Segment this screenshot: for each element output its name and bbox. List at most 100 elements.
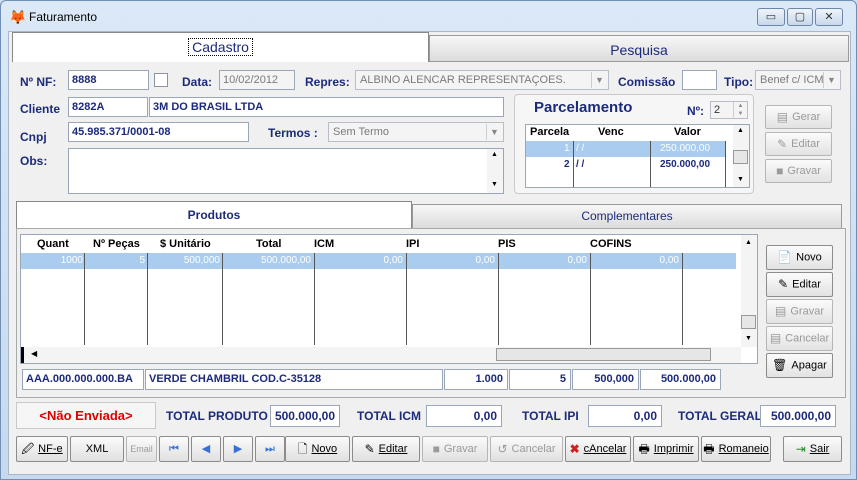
col-unitario: $ Unitário: [160, 238, 211, 250]
last-record-button[interactable]: ⏭: [255, 436, 285, 462]
title-bar: 🦊 Faturamento ▭ ▢ ✕: [1, 1, 856, 31]
window-title: Faturamento: [29, 10, 98, 24]
col-parcela: Parcela: [530, 126, 570, 138]
xml-button[interactable]: XML: [70, 436, 124, 462]
table-row[interactable]: 2 / / 250.000,00: [526, 159, 726, 175]
repres-select[interactable]: ALBINO ALENCAR REPRESENTAÇOES. ▼: [355, 70, 609, 90]
editar-parcela-button[interactable]: ✎ Editar: [765, 132, 832, 156]
comissao-field[interactable]: [682, 70, 717, 90]
pecas-field[interactable]: 5: [509, 369, 571, 390]
tipo-select[interactable]: Benef c/ ICM ▼: [755, 70, 841, 90]
parcelas-scrollbar[interactable]: ▲ ▼: [733, 125, 749, 187]
spinner-arrows-icon[interactable]: ▲ ▼: [733, 102, 747, 118]
novo-label: Novo: [311, 443, 338, 455]
quant-field[interactable]: 1.000: [444, 369, 508, 390]
produtos-vscrollbar[interactable]: ▲ ▼: [741, 235, 757, 347]
column-divider: [650, 141, 651, 187]
editar-label: Editar: [378, 443, 408, 455]
close-button[interactable]: ✕: [815, 8, 843, 26]
quant-cell: 1000: [60, 255, 83, 266]
first-record-button[interactable]: ⏮: [159, 436, 189, 462]
produtos-hscrollbar[interactable]: ◀: [21, 347, 741, 363]
tab-cadastro[interactable]: Cadastro: [12, 32, 429, 62]
tab-pesquisa-label: Pesquisa: [610, 42, 668, 58]
tab-cadastro-label: Cadastro: [188, 38, 253, 56]
unit-cell: 500,000: [183, 255, 220, 266]
termos-select[interactable]: Sem Termo ▼: [328, 122, 504, 142]
gravar-parcela-button[interactable]: ■ Gravar: [765, 159, 832, 183]
prev-icon: ◀: [201, 443, 211, 455]
produtos-grid[interactable]: Quant Nº Peças $ Unitário Total ICM IPI …: [20, 234, 758, 364]
edit-icon: ✎: [778, 277, 789, 291]
editar-button[interactable]: ✎ Editar: [352, 436, 420, 462]
nfe-button[interactable]: 🖉 NF-e: [16, 436, 68, 462]
novo-button[interactable]: 🗋 Novo: [285, 436, 350, 462]
printer-icon: 🖶: [703, 442, 715, 457]
tab-produtos[interactable]: Produtos: [16, 201, 412, 229]
editar-produto-button[interactable]: ✎ Editar: [766, 272, 833, 297]
ipi-cell: 0,00: [475, 255, 495, 266]
parcelas-grid[interactable]: Parcela Venc Valor 1 / / 250.000,00 2 / …: [525, 124, 750, 188]
cancelar-nota-button[interactable]: ✖ cAncelar: [565, 436, 631, 462]
cliente-name-field[interactable]: 3M DO BRASIL LTDA: [149, 97, 504, 117]
email-button[interactable]: Email: [126, 436, 157, 462]
imprimir-button[interactable]: 🖶 Imprimir: [633, 436, 699, 462]
nf-number-field[interactable]: 8888: [68, 70, 149, 90]
codigo-field[interactable]: AAA.000.000.000.BA: [22, 369, 144, 390]
pecas-cell: 5: [139, 255, 145, 266]
venc-cell: / /: [576, 143, 585, 154]
scroll-thumb[interactable]: [741, 315, 756, 329]
col-cofins: COFINS: [590, 238, 632, 250]
email-label: Email: [130, 444, 153, 454]
descricao-field[interactable]: VERDE CHAMBRIL COD.C-35128: [145, 369, 443, 390]
obs-textarea[interactable]: ▲ ▼: [68, 148, 504, 194]
column-divider: [222, 253, 223, 345]
prev-record-button[interactable]: ◀: [191, 436, 221, 462]
romaneio-button[interactable]: 🖶 Romaneio: [701, 436, 771, 462]
novo-produto-button[interactable]: 📄 Novo: [766, 245, 833, 270]
scroll-up-icon: ▲: [745, 239, 752, 246]
nf-checkbox[interactable]: [154, 73, 168, 87]
date-field[interactable]: 10/02/2012: [219, 70, 295, 90]
hscroll-thumb[interactable]: [496, 348, 711, 361]
scroll-up-icon: ▲: [491, 151, 498, 158]
termos-value: Sem Termo: [333, 126, 390, 138]
next-record-button[interactable]: ▶: [223, 436, 253, 462]
column-divider: [84, 253, 85, 345]
cancelar-produto-button[interactable]: ▤ Cancelar: [766, 326, 833, 351]
sair-button[interactable]: ⇥ Sair: [783, 436, 842, 462]
save-icon: ▤: [775, 304, 787, 318]
unit-field[interactable]: 500,000: [572, 369, 639, 390]
tab-pesquisa[interactable]: Pesquisa: [429, 35, 849, 62]
parcela-cell: 1: [564, 143, 570, 154]
gravar-button[interactable]: ■ Gravar: [422, 436, 488, 462]
gravar-produto-button[interactable]: ▤ Gravar: [766, 299, 833, 324]
gerar-button[interactable]: ▤ Gerar: [765, 105, 832, 129]
edit-icon: ✎: [364, 442, 375, 457]
venc-cell: / /: [576, 159, 585, 170]
apagar-produto-button[interactable]: 🗑 Apagar: [766, 353, 833, 378]
minimize-button[interactable]: ▭: [757, 8, 785, 26]
editar-label: Editar: [791, 138, 820, 150]
cliente-code-field[interactable]: 8282A: [68, 97, 148, 117]
table-row[interactable]: 1000 5 500,000 500.000,00 0,00 0,00 0,00…: [21, 253, 736, 269]
gravar-label: Gravar: [790, 305, 824, 318]
parcelas-count-value: 2: [714, 104, 721, 116]
scroll-thumb[interactable]: [733, 150, 748, 164]
obs-scrollbar[interactable]: ▲ ▼: [487, 149, 503, 193]
romaneio-label: Romaneio: [718, 443, 769, 455]
tab-complementares[interactable]: Complementares: [412, 204, 842, 229]
maximize-button[interactable]: ▢: [787, 8, 813, 26]
col-quant: Quant: [37, 238, 69, 250]
cnpj-field[interactable]: 45.985.371/0001-08: [68, 122, 249, 142]
last-icon: ⏭: [265, 443, 275, 455]
cancelar-button[interactable]: ↺ Cancelar: [490, 436, 563, 462]
parcelas-count-label: Nº:: [687, 104, 705, 118]
cliente-label: Cliente: [20, 102, 61, 116]
scroll-left-icon: ◀: [31, 349, 38, 358]
parcelas-spinner[interactable]: 2 ▲ ▼: [710, 101, 748, 119]
tipo-value: Benef c/ ICM: [760, 74, 824, 86]
total-field[interactable]: 500.000,00: [640, 369, 721, 390]
table-row[interactable]: 1 / / 250.000,00: [526, 141, 726, 157]
undo-icon: ↺: [497, 442, 508, 457]
